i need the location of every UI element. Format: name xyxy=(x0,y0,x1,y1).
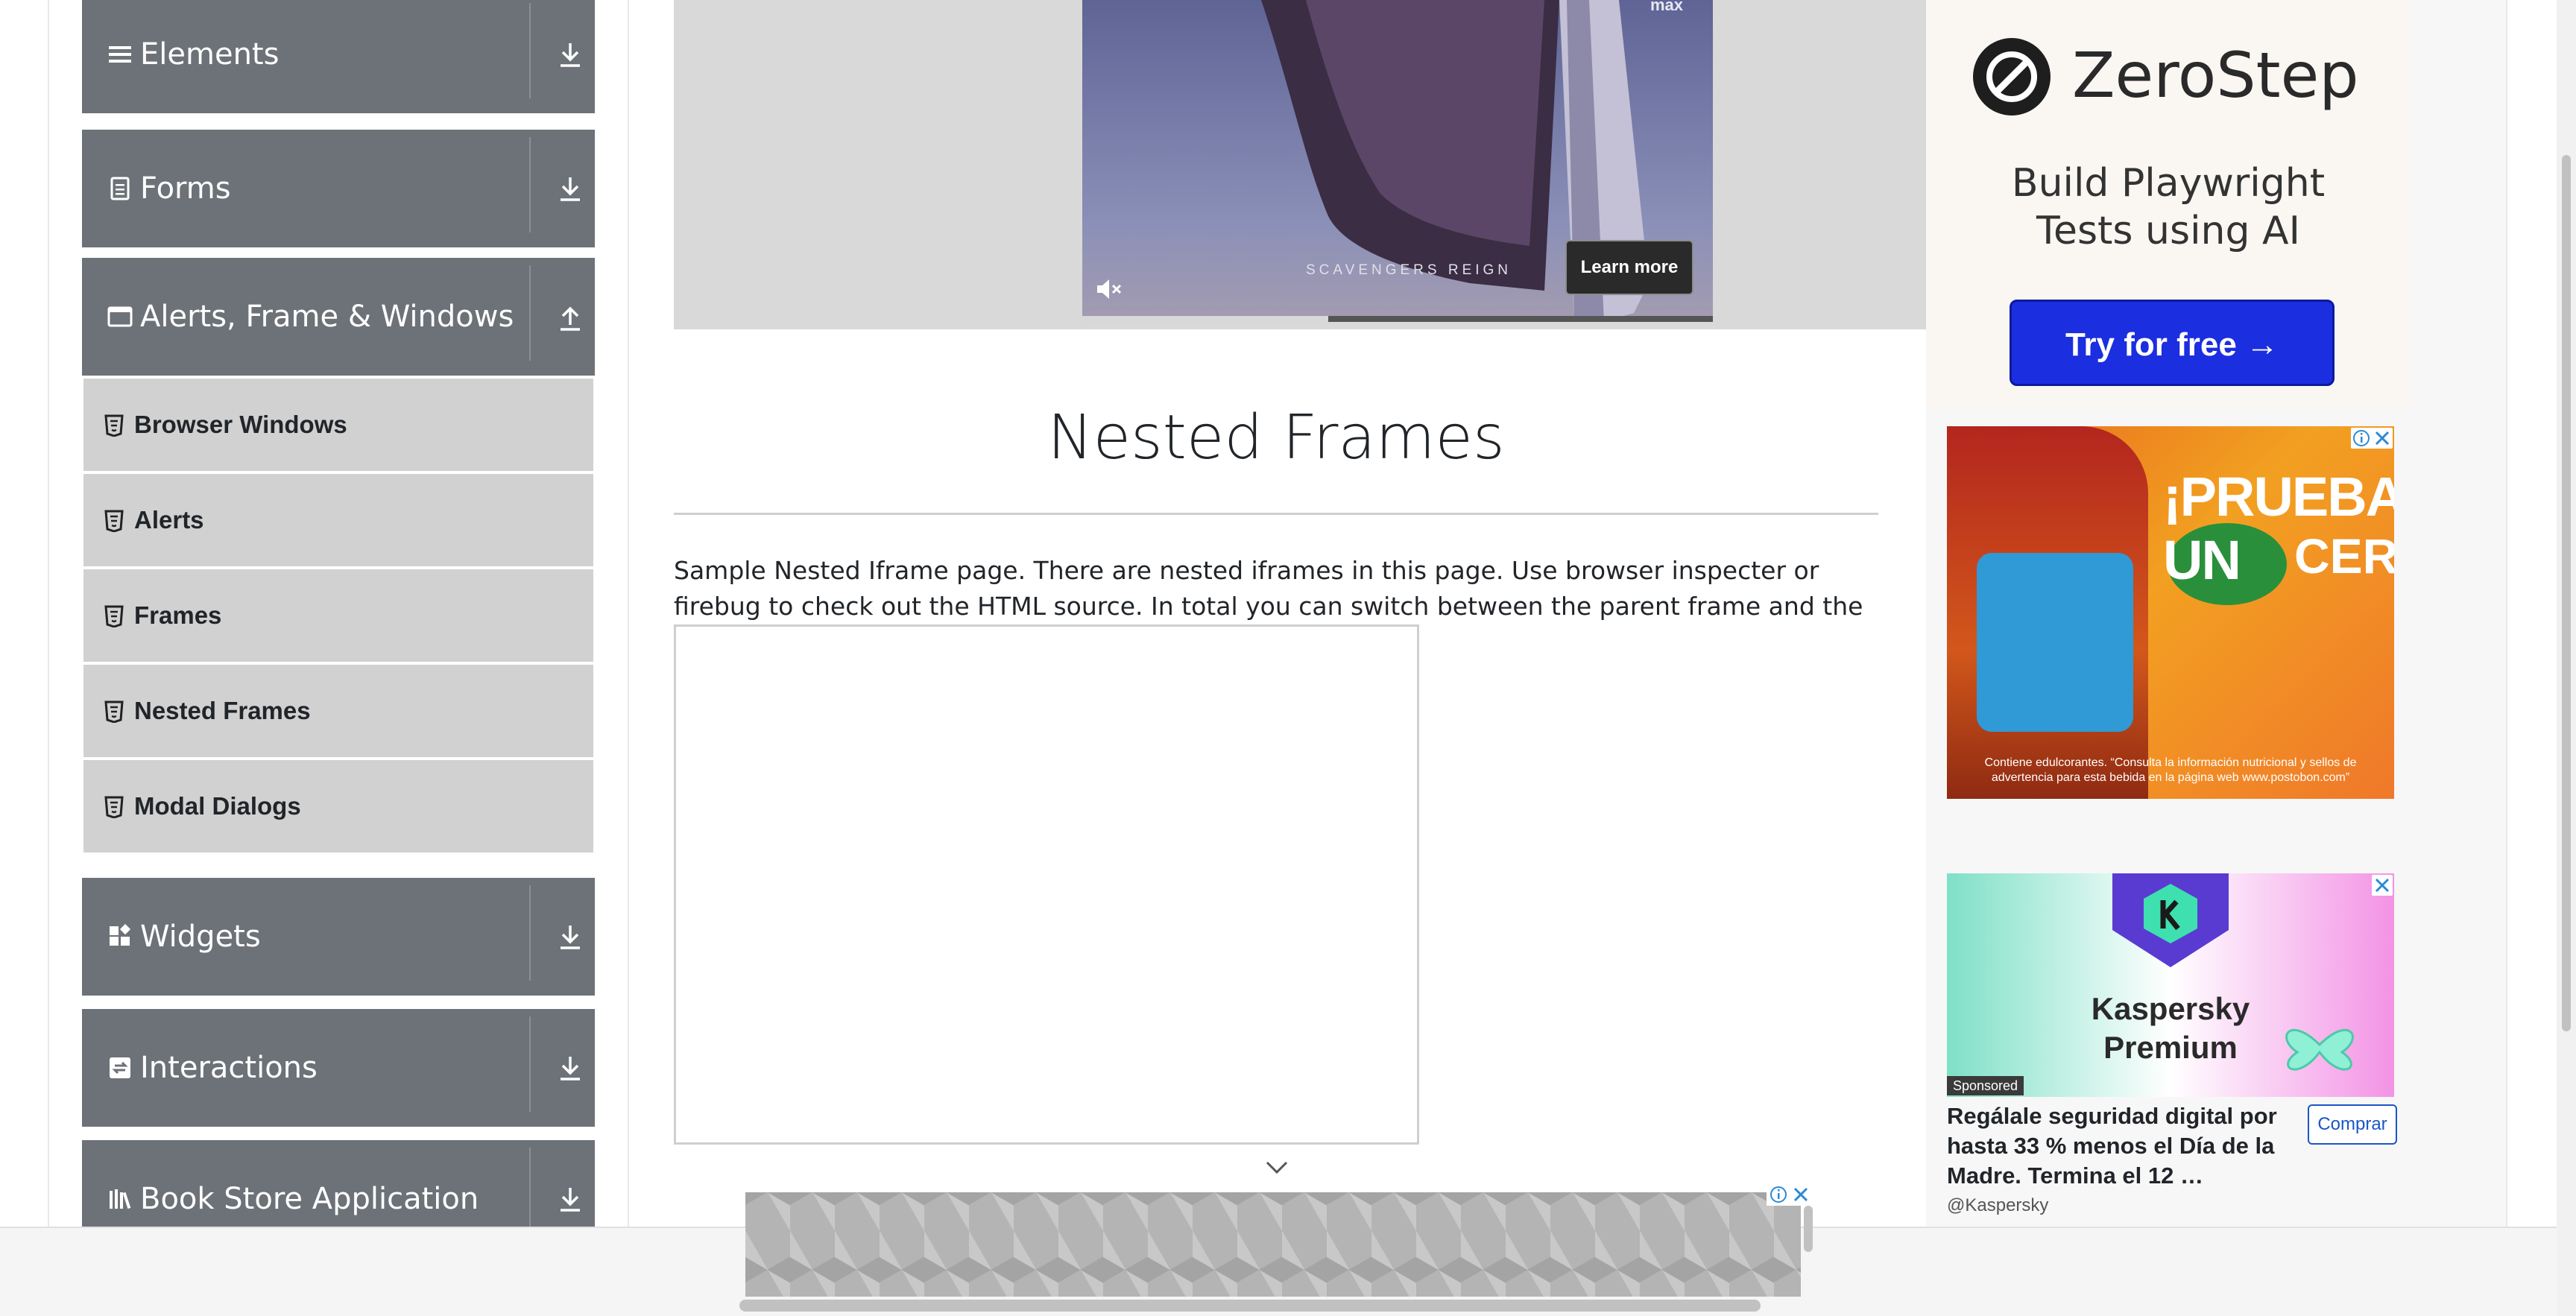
interactions-icon xyxy=(110,1057,130,1078)
page-scrollbar-thumb[interactable] xyxy=(2562,155,2571,1031)
video-progress-bar[interactable] xyxy=(1082,316,1713,322)
group-widgets[interactable]: Widgets xyxy=(82,878,595,996)
expand-arrow-icon[interactable] xyxy=(552,1049,589,1086)
max-logo-text: max xyxy=(1650,0,1683,14)
sponsored-badge: Sponsored xyxy=(1947,1076,2024,1095)
group-interactions[interactable]: Interactions xyxy=(82,1009,595,1127)
video-ad-panel: max SCAVENGERS REIGN Learn more xyxy=(674,0,1926,329)
sidebar-item-browser-windows[interactable]: Browser Windows xyxy=(83,379,593,471)
ad-close-icon[interactable] xyxy=(2372,875,2393,896)
group-label: Widgets xyxy=(140,920,261,954)
right-ad-column: ZeroStep Build Playwright Tests using AI… xyxy=(1926,0,2507,1227)
bottom-ad-horizontal-scrollbar[interactable] xyxy=(739,1300,1761,1312)
group-divider xyxy=(529,1016,531,1112)
group-elements[interactable]: Elements xyxy=(82,0,595,113)
kaspersky-shield-icon xyxy=(2112,873,2229,967)
try-for-free-button[interactable]: Try for free → xyxy=(2010,300,2334,386)
left-panel: Elements Forms Alerts, Frame & Windows B… xyxy=(48,0,629,1258)
expand-arrow-icon[interactable] xyxy=(552,170,589,207)
zerostep-logo-icon xyxy=(1973,38,2051,116)
kaspersky-handle[interactable]: @Kaspersky xyxy=(1947,1195,2048,1216)
sidebar-item-modal-dialogs[interactable]: Modal Dialogs xyxy=(83,760,593,852)
parent-iframe[interactable] xyxy=(674,624,1419,1145)
html5-icon xyxy=(104,796,124,818)
group-divider xyxy=(529,3,531,98)
sidebar-item-label: Nested Frames xyxy=(134,697,311,724)
ad-choices-close-icon[interactable] xyxy=(2351,428,2393,449)
group-divider xyxy=(529,137,531,232)
muted-speaker-icon[interactable] xyxy=(1093,274,1123,304)
group-label: Elements xyxy=(140,37,280,72)
title-divider xyxy=(674,513,1878,515)
group-label: Forms xyxy=(140,171,231,206)
tea-ad[interactable]: ¡PRUEBA UN CERO Contiene edulcorantes. “… xyxy=(1947,426,2394,799)
video-progress-fill xyxy=(1082,316,1328,322)
sidebar-item-alerts[interactable]: Alerts xyxy=(83,474,593,566)
bottom-ad-vertical-scrollbar[interactable] xyxy=(1804,1206,1813,1252)
sidebar-item-label: Browser Windows xyxy=(134,411,347,438)
sidebar-item-label: Modal Dialogs xyxy=(134,792,301,820)
document-icon xyxy=(110,177,130,200)
expand-arrow-icon[interactable] xyxy=(552,36,589,73)
tea-bottle-label xyxy=(1977,553,2133,732)
zerostep-brand-name: ZeroStep xyxy=(2072,39,2359,112)
sidebar-item-nested-frames[interactable]: Nested Frames xyxy=(83,665,593,757)
video-caption: SCAVENGERS REIGN xyxy=(1306,262,1512,278)
kaspersky-ad-image[interactable]: Kaspersky Premium Sponsored xyxy=(1947,873,2394,1097)
window-icon xyxy=(107,306,133,327)
collapse-arrow-icon[interactable] xyxy=(552,298,589,335)
sidebar-item-frames[interactable]: Frames xyxy=(83,569,593,662)
zerostep-ad[interactable]: ZeroStep Build Playwright Tests using AI… xyxy=(1926,0,2411,410)
sidebar-item-label: Alerts xyxy=(134,506,204,534)
html5-icon xyxy=(104,510,124,532)
widgets-icon xyxy=(110,924,131,946)
expand-arrow-icon[interactable] xyxy=(552,1180,589,1218)
chevron-down-icon[interactable] xyxy=(1264,1158,1289,1177)
video-player[interactable]: max SCAVENGERS REIGN Learn more xyxy=(1082,0,1713,322)
books-icon xyxy=(110,1189,131,1209)
html5-icon xyxy=(104,414,124,437)
page-title: Nested Frames xyxy=(1047,402,1505,473)
expand-arrow-icon[interactable] xyxy=(552,918,589,955)
bottom-banner-ad[interactable] xyxy=(745,1192,1801,1297)
html5-icon xyxy=(104,700,124,723)
tea-ad-fine-print: Contiene edulcorantes. “Consulta la info… xyxy=(1984,756,2357,784)
group-label: Interactions xyxy=(140,1051,318,1085)
kaspersky-ad-text[interactable]: Regálale seguridad digital por hasta 33 … xyxy=(1947,1101,2290,1191)
group-alerts-frame-windows[interactable]: Alerts, Frame & Windows xyxy=(82,258,595,376)
hamburger-icon xyxy=(109,46,131,63)
gift-bow-icon xyxy=(2285,1028,2354,1071)
tea-ad-subheadline: CERO xyxy=(2294,528,2394,583)
group-divider xyxy=(529,885,531,981)
zerostep-tagline-line: Build Playwright xyxy=(2011,161,2326,206)
group-label: Alerts, Frame & Windows xyxy=(140,300,514,334)
group-divider xyxy=(529,265,531,361)
learn-more-button[interactable]: Learn more xyxy=(1565,240,1693,295)
ad-choices-close-icon[interactable] xyxy=(1767,1183,1811,1206)
group-forms[interactable]: Forms xyxy=(82,130,595,247)
html5-icon xyxy=(104,605,124,627)
page-scrollbar[interactable] xyxy=(2557,0,2576,1316)
zerostep-tagline-line: Tests using AI xyxy=(2036,209,2300,253)
sidebar-item-label: Frames xyxy=(134,601,222,629)
comprar-button[interactable]: Comprar xyxy=(2308,1104,2397,1145)
zerostep-tagline: Build Playwright Tests using AI xyxy=(1926,159,2411,255)
